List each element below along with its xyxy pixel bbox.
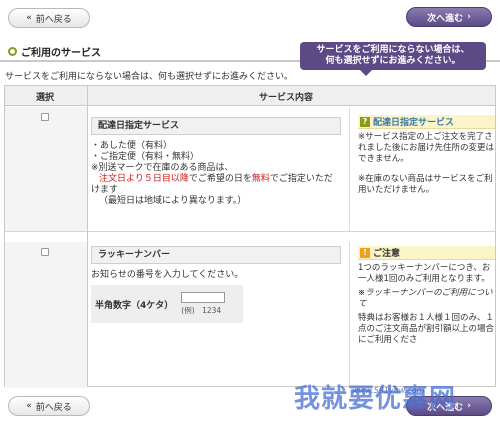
back-button-label: 前へ戻る [35, 14, 72, 25]
next-button-top[interactable]: 次へ進む › [406, 7, 492, 27]
delivery-side-title: 配達日指定サービス [373, 118, 455, 128]
delivery-note: ※別送マークで在庫のある商品は、 注文日より５日目以降でご希望の日を無料でご指定… [91, 163, 341, 196]
select-cell [5, 107, 87, 231]
back-button-top[interactable]: « 前へ戻る [8, 8, 90, 28]
back-button-label: 前へ戻る [35, 402, 72, 413]
exclamation-icon: ! [360, 247, 370, 258]
section-title-text: ご利用のサービス [21, 48, 101, 59]
lucky-side-title: ご注意 [373, 249, 401, 259]
lucky-side-panel: ! ご注意 1つのラッキーナンバーにつき、お一人様1回のみご利用となります。 ※… [349, 242, 495, 388]
lucky-service-name: ラッキーナンバー [91, 246, 341, 264]
section-title: ご利用のサービス [8, 44, 101, 59]
lucky-side-text-2: ※ラッキーナンバーのご利用について [358, 288, 495, 310]
watermark-text: 我就要优惠网 [294, 384, 457, 414]
double-chevron-left-icon: « [26, 13, 32, 23]
table-header: 選択 サービス内容 [5, 86, 495, 106]
delivery-service-name: 配達日指定サービス [91, 117, 341, 135]
delivery-note-red-1: 注文日より５日目以降 [99, 174, 189, 184]
chevron-right-icon: › [467, 12, 471, 22]
tooltip-line-2: 何も選択せずにお進みください。 [325, 56, 461, 66]
tooltip-line-1: サービスをご利用にならない場合は、 [316, 45, 470, 55]
double-chevron-left-icon: « [26, 401, 32, 411]
chevron-right-icon: › [467, 401, 471, 411]
next-button-label: 次へ進む [427, 13, 464, 24]
table-row-delivery: 配達日指定サービス ・あした便（有料） ・ご指定便（有料・無料） ※別送マークで… [5, 107, 495, 232]
top-navigation: « 前へ戻る 次へ進む › [0, 0, 500, 36]
delivery-side-head: ? 配達日指定サービス [358, 115, 495, 129]
header-select: 選択 [36, 93, 55, 103]
lucky-side-text-1: 1つのラッキーナンバーにつき、お一人様1回のみご利用となります。 [358, 263, 491, 284]
delivery-line-2: ・ご指定便（有料・無料） [91, 152, 200, 162]
lucky-input-label: 半角数字（4ケタ） [95, 300, 174, 311]
lucky-number-input[interactable] [181, 292, 226, 303]
delivery-side-text-2: ※在庫のない商品はサービスをご利用いただけません。 [358, 174, 493, 195]
delivery-note-red-2: 無料 [251, 174, 270, 184]
header-content: サービス内容 [259, 93, 314, 103]
lucky-service: ラッキーナンバー お知らせの番号を入力してください。 半角数字（4ケタ） (例)… [91, 246, 341, 323]
select-cell [5, 242, 87, 388]
lucky-checkbox[interactable] [41, 248, 49, 256]
lucky-example: (例) 1234 [181, 306, 222, 315]
lucky-side-head: ! ご注意 [358, 246, 495, 260]
delivery-checkbox[interactable] [41, 113, 49, 121]
back-button-bottom[interactable]: « 前へ戻る [8, 396, 90, 416]
delivery-side-text-1: ※サービス指定の上ご注文を完了されました後にお届け先住所の変更はできません。 [358, 132, 495, 164]
services-table: 選択 サービス内容 配達日指定サービス ・あした便（有料） ・ご指定便（有料・無… [4, 85, 496, 388]
delivery-note-prefix: ※別送マークで在庫のある商品は、 [91, 163, 234, 173]
table-row-lucky: ラッキーナンバー お知らせの番号を入力してください。 半角数字（4ケタ） (例)… [5, 242, 495, 388]
column-divider [87, 86, 88, 386]
question-icon: ? [360, 116, 370, 127]
lucky-side-text-3: 特典はお客様お１人様１回のみ、１点のご注文商品が割引額以上の場合にご利用くださ [358, 313, 495, 345]
delivery-line-1: ・あした便（有料） [91, 141, 173, 151]
intro-text: サービスをご利用にならない場合は、何も選択せずにお進みください。 [5, 72, 294, 82]
ring-bullet-icon [8, 47, 17, 56]
watermark-url: www.591yhw.com [352, 386, 425, 395]
lucky-side-text-2-em: ※ラッキーナンバーのご利用について [358, 288, 493, 309]
skip-tooltip: サービスをご利用にならない場合は、 何も選択せずにお進みください。 [300, 42, 486, 76]
delivery-note-paren: （最短日は地域により異なります。） [99, 196, 247, 206]
delivery-service: 配達日指定サービス ・あした便（有料） ・ご指定便（有料・無料） ※別送マークで… [91, 117, 341, 207]
delivery-side-panel: ? 配達日指定サービス ※サービス指定の上ご注文を完了されました後にお届け先住所… [349, 107, 495, 231]
delivery-note-mid: でご希望の日を [188, 174, 252, 184]
lucky-input-row: 半角数字（4ケタ） (例) 1234 [91, 285, 243, 323]
lucky-prompt: お知らせの番号を入力してください。 [91, 270, 244, 280]
